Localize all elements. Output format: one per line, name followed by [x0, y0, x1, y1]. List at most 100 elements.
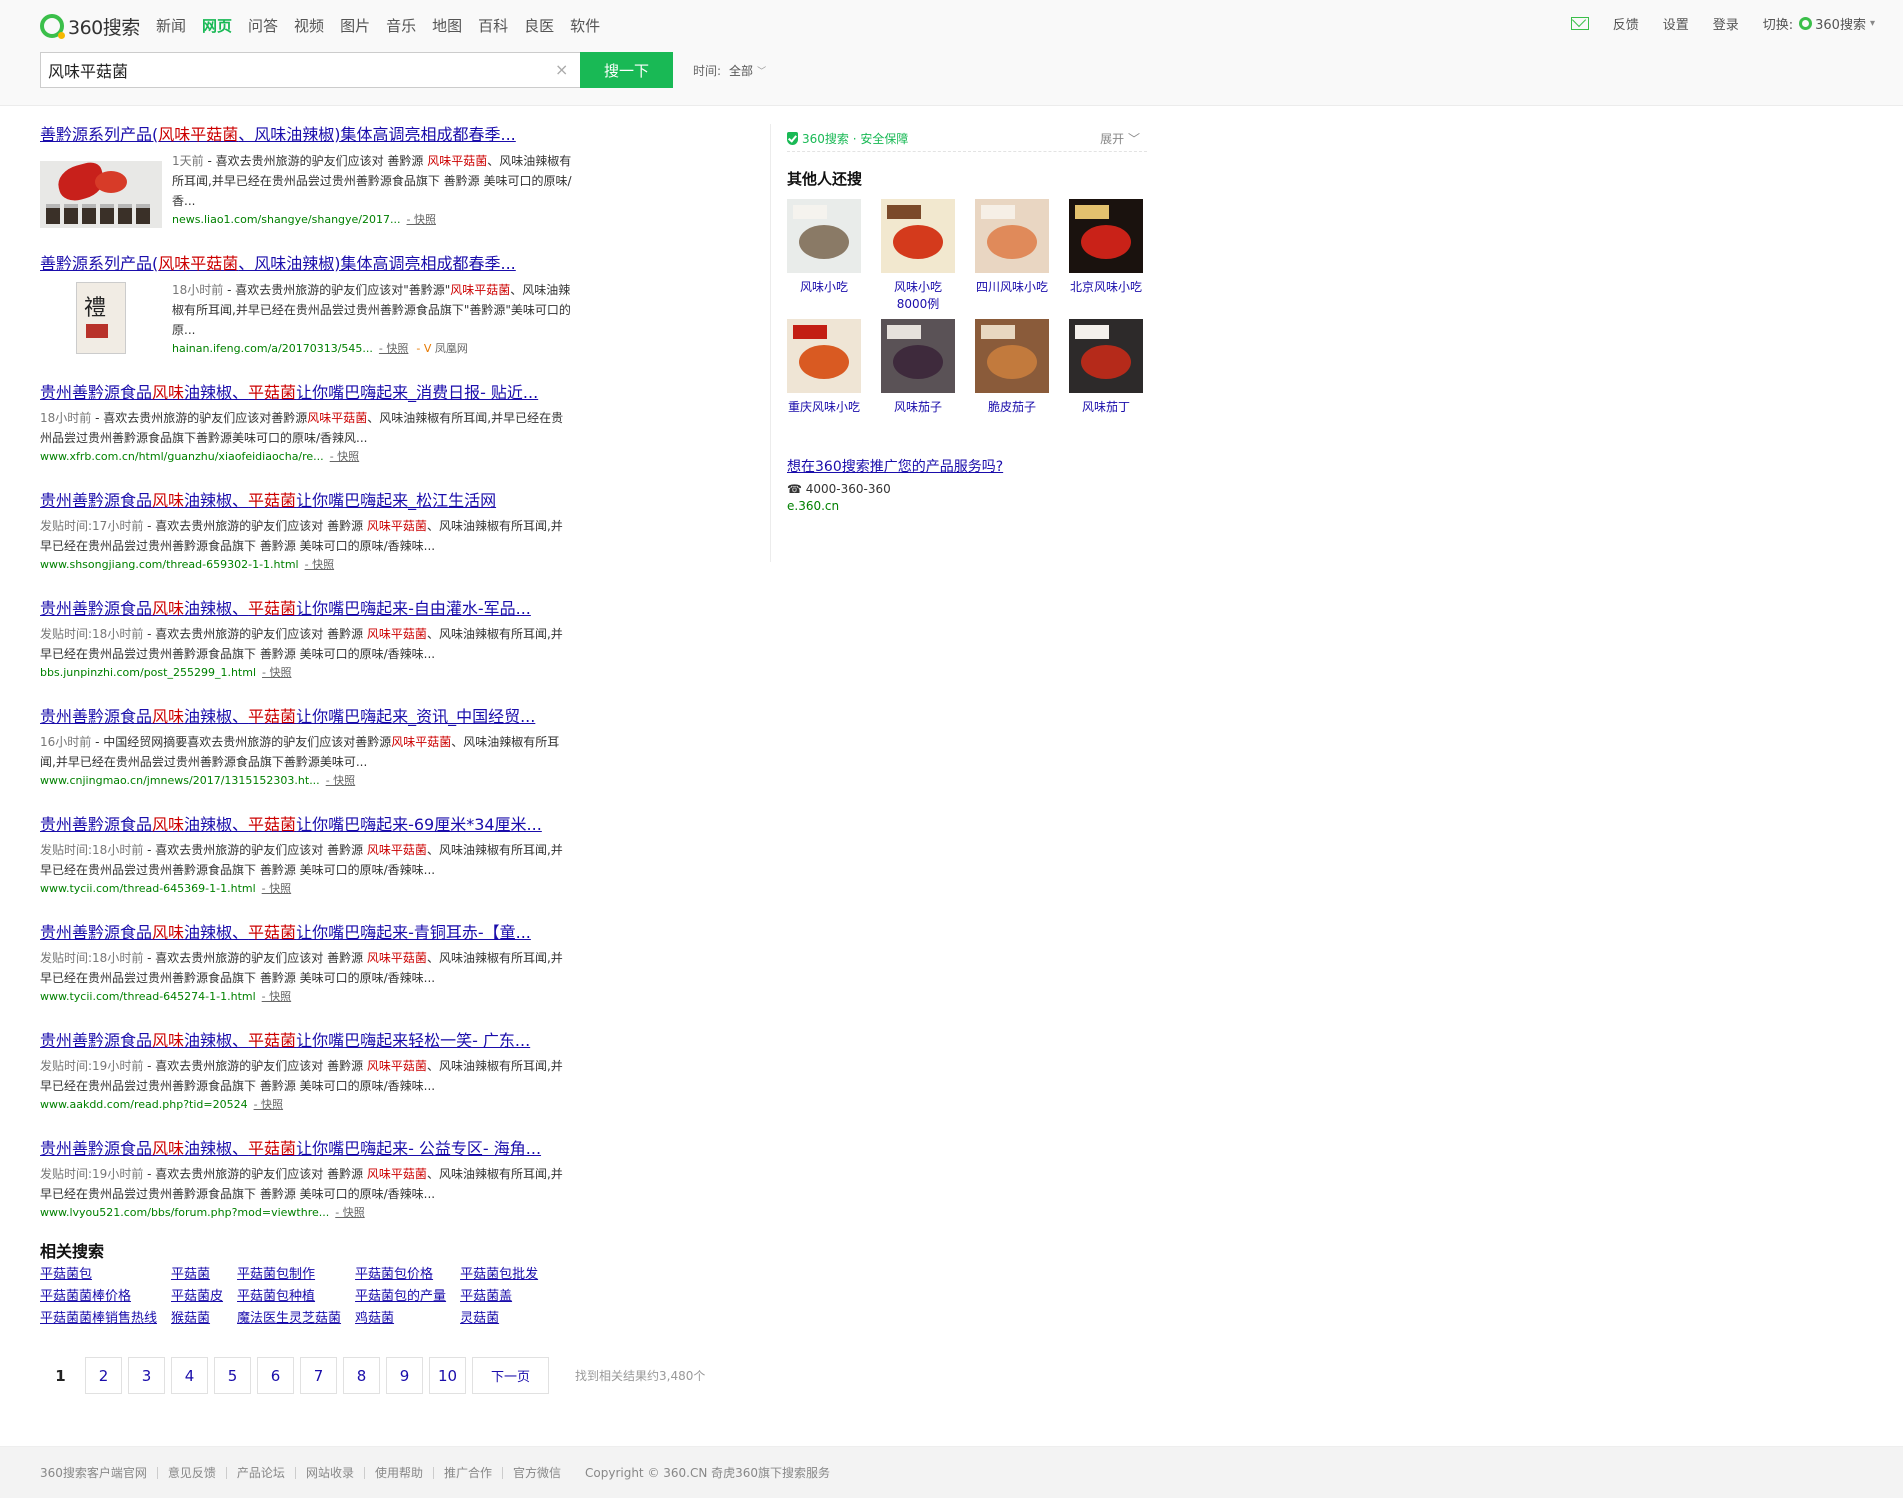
snack-book-cover[interactable] — [787, 199, 861, 273]
crispy-eggplant[interactable] — [975, 319, 1049, 393]
page-9[interactable]: 9 — [386, 1357, 423, 1394]
page-3[interactable]: 3 — [128, 1357, 165, 1394]
source-badge[interactable]: - V 凤凰网 — [416, 340, 468, 358]
book-thumb[interactable]: 禮 — [74, 280, 128, 357]
footer-link[interactable]: 360搜索客户端官网 — [40, 1466, 158, 1479]
others-label[interactable]: 重庆风味小吃 — [787, 399, 861, 416]
others-label[interactable]: 脆皮茄子 — [975, 399, 1049, 416]
nav-8[interactable]: 良医 — [524, 15, 554, 37]
snapshot-link[interactable]: - 快照 — [335, 1204, 364, 1222]
others-item[interactable]: 北京风味小吃 — [1069, 199, 1143, 313]
login-link[interactable]: 登录 — [1713, 14, 1739, 33]
related-link[interactable]: 平菇菌包批发 — [460, 1267, 538, 1282]
result-url[interactable]: www.lvyou521.com/bbs/forum.php?mod=viewt… — [40, 1204, 329, 1222]
result-title-link[interactable]: 贵州善黔源食品风味油辣椒、平菇菌让你嘴巴嗨起来- 公益专区- 海角... — [40, 1138, 590, 1160]
related-link[interactable]: 灵菇菌 — [460, 1311, 499, 1326]
result-title-link[interactable]: 善黔源系列产品(风味平菇菌、风味油辣椒)集体高调亮相成都春季... — [40, 124, 590, 146]
page-5[interactable]: 5 — [214, 1357, 251, 1394]
product-thumb[interactable] — [40, 151, 162, 228]
nav-3[interactable]: 视频 — [294, 15, 324, 37]
related-link[interactable]: 平菇菌包种植 — [237, 1289, 315, 1304]
snapshot-link[interactable]: - 快照 — [262, 880, 291, 898]
result-title-link[interactable]: 贵州善黔源食品风味油辣椒、平菇菌让你嘴巴嗨起来轻松一笑- 广东... — [40, 1030, 590, 1052]
related-link[interactable]: 平菇菌包的产量 — [355, 1289, 446, 1304]
related-link[interactable]: 平菇菌包 — [40, 1267, 92, 1282]
clear-icon[interactable]: × — [555, 60, 568, 79]
settings-link[interactable]: 设置 — [1663, 14, 1689, 33]
promo-site[interactable]: e.360.cn — [787, 499, 1146, 513]
snapshot-link[interactable]: - 快照 — [326, 772, 355, 790]
page-2[interactable]: 2 — [85, 1357, 122, 1394]
sichuan-dish[interactable] — [975, 199, 1049, 273]
snapshot-link[interactable]: - 快照 — [407, 211, 436, 229]
nav-9[interactable]: 软件 — [570, 15, 600, 37]
others-label[interactable]: 风味茄丁 — [1069, 399, 1143, 416]
footer-link[interactable]: 官方微信 — [503, 1467, 571, 1479]
related-link[interactable]: 平菇菌菌棒价格 — [40, 1289, 131, 1304]
nav-5[interactable]: 音乐 — [386, 15, 416, 37]
result-title-link[interactable]: 贵州善黔源食品风味油辣椒、平菇菌让你嘴巴嗨起来-自由灌水-军品... — [40, 598, 590, 620]
related-link[interactable]: 平菇菌包价格 — [355, 1267, 433, 1282]
related-link[interactable]: 平菇菌皮 — [171, 1289, 223, 1304]
footer-link[interactable]: 网站收录 — [296, 1466, 365, 1479]
related-link[interactable]: 平菇菌包制作 — [237, 1267, 315, 1282]
result-url[interactable]: www.cnjingmao.cn/jmnews/2017/1315152303.… — [40, 772, 320, 790]
others-label[interactable]: 北京风味小吃 — [1069, 279, 1143, 296]
switch-engine[interactable]: 切换: 360搜索 ▾ — [1763, 14, 1875, 33]
snack-8000-cover[interactable] — [881, 199, 955, 273]
others-item[interactable]: 风味小吃 — [787, 199, 861, 313]
others-item[interactable]: 风味茄丁 — [1069, 319, 1143, 416]
nav-6[interactable]: 地图 — [432, 15, 462, 37]
nav-4[interactable]: 图片 — [340, 15, 370, 37]
result-url[interactable]: bbs.junpinzhi.com/post_255299_1.html — [40, 664, 256, 682]
result-title-link[interactable]: 贵州善黔源食品风味油辣椒、平菇菌让你嘴巴嗨起来-青铜耳赤-【童... — [40, 922, 590, 944]
feedback-link[interactable]: 反馈 — [1613, 14, 1639, 33]
next-page-button[interactable]: 下一页 — [472, 1357, 549, 1394]
logo[interactable]: 360搜索 — [40, 12, 140, 40]
expand-button[interactable]: 展开 ﹀ — [1100, 130, 1140, 147]
others-label[interactable]: 四川风味小吃 — [975, 279, 1049, 296]
search-button[interactable]: 搜一下 — [580, 52, 673, 88]
result-title-link[interactable]: 善黔源系列产品(风味平菇菌、风味油辣椒)集体高调亮相成都春季... — [40, 253, 590, 275]
mail-icon[interactable] — [1570, 17, 1589, 30]
related-link[interactable]: 鸡菇菌 — [355, 1311, 394, 1326]
snapshot-link[interactable]: - 快照 — [254, 1096, 283, 1114]
snapshot-link[interactable]: - 快照 — [262, 988, 291, 1006]
related-link[interactable]: 平菇菌菌棒销售热线 — [40, 1311, 157, 1326]
nav-2[interactable]: 问答 — [248, 15, 278, 37]
snapshot-link[interactable]: - 快照 — [305, 556, 334, 574]
promo-link[interactable]: 想在360搜索推广您的产品服务吗? — [787, 456, 1146, 476]
snapshot-link[interactable]: - 快照 — [379, 340, 408, 358]
others-item[interactable]: 脆皮茄子 — [975, 319, 1049, 416]
footer-link[interactable]: 产品论坛 — [227, 1466, 296, 1479]
page-8[interactable]: 8 — [343, 1357, 380, 1394]
nav-0[interactable]: 新闻 — [156, 15, 186, 37]
nav-7[interactable]: 百科 — [478, 15, 508, 37]
result-url[interactable]: www.xfrb.com.cn/html/guanzhu/xiaofeidiao… — [40, 448, 324, 466]
others-item[interactable]: 风味小吃8000例 — [881, 199, 955, 313]
footer-link[interactable]: 推广合作 — [434, 1466, 503, 1479]
page-1[interactable]: 1 — [42, 1357, 79, 1394]
page-10[interactable]: 10 — [429, 1357, 466, 1394]
related-link[interactable]: 魔法医生灵芝菇菌 — [237, 1311, 341, 1326]
others-item[interactable]: 四川风味小吃 — [975, 199, 1049, 313]
result-url[interactable]: hainan.ifeng.com/a/20170313/545... — [172, 340, 373, 358]
nav-1[interactable]: 网页 — [202, 15, 232, 37]
result-url[interactable]: news.liao1.com/shangye/shangye/2017... — [172, 211, 401, 229]
related-link[interactable]: 猴菇菌 — [171, 1311, 210, 1326]
related-link[interactable]: 平菇菌 — [171, 1267, 210, 1282]
result-title-link[interactable]: 贵州善黔源食品风味油辣椒、平菇菌让你嘴巴嗨起来_消费日报- 贴近... — [40, 382, 590, 404]
snapshot-link[interactable]: - 快照 — [262, 664, 291, 682]
page-4[interactable]: 4 — [171, 1357, 208, 1394]
others-label[interactable]: 风味小吃 — [787, 279, 861, 296]
result-url[interactable]: www.tycii.com/thread-645369-1-1.html — [40, 880, 256, 898]
footer-link[interactable]: 意见反馈 — [158, 1466, 227, 1479]
diced-eggplant[interactable] — [1069, 319, 1143, 393]
others-item[interactable]: 重庆风味小吃 — [787, 319, 861, 416]
result-title-link[interactable]: 贵州善黔源食品风味油辣椒、平菇菌让你嘴巴嗨起来_松江生活网 — [40, 490, 590, 512]
search-input[interactable] — [40, 52, 580, 88]
result-url[interactable]: www.aakdd.com/read.php?tid=20524 — [40, 1096, 248, 1114]
related-link[interactable]: 平菇菌盖 — [460, 1289, 512, 1304]
time-filter[interactable]: 时间: 全部 ﹀ — [693, 62, 766, 79]
page-6[interactable]: 6 — [257, 1357, 294, 1394]
